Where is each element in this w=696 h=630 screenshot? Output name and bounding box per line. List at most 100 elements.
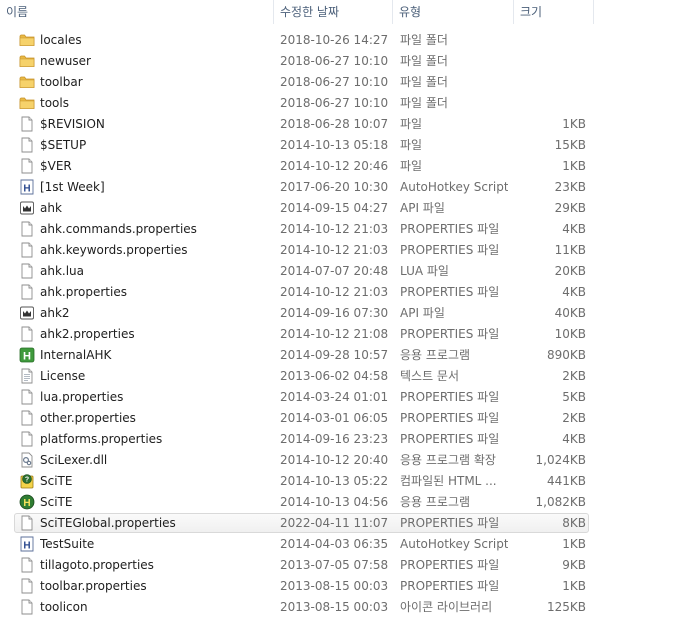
column-header-size[interactable]: 크기 bbox=[514, 0, 594, 24]
file-icon bbox=[19, 431, 35, 447]
file-row[interactable]: H InternalAHK 2014-09-28 10:57 응용 프로그램 890KB bbox=[0, 345, 696, 366]
file-type: 파일 bbox=[400, 117, 423, 131]
file-modified-date: 2014-09-16 23:23 bbox=[280, 432, 389, 446]
file-modified-date: 2014-10-13 05:18 bbox=[280, 138, 389, 152]
file-name: ahk.properties bbox=[40, 285, 127, 299]
file-name: other.properties bbox=[40, 411, 136, 425]
file-modified-date: 2014-10-12 20:40 bbox=[280, 453, 389, 467]
file-name: platforms.properties bbox=[40, 432, 163, 446]
file-icon bbox=[19, 263, 35, 279]
file-row[interactable]: $REVISION 2018-06-28 10:07 파일 1KB bbox=[0, 114, 696, 135]
file-size: 11KB bbox=[554, 243, 586, 257]
file-row[interactable]: H TestSuite 2014-04-03 06:35 AutoHotkey Scr… bbox=[0, 534, 696, 555]
file-name: SciTE bbox=[40, 474, 73, 488]
svg-text:?: ? bbox=[25, 477, 29, 484]
file-row[interactable]: ahk.keywords.properties 2014-10-12 21:03 P… bbox=[0, 240, 696, 261]
file-row[interactable]: License 2013-06-02 04:58 텍스트 문서 2KB bbox=[0, 366, 696, 387]
file-name: toolbar.properties bbox=[40, 579, 147, 593]
file-row[interactable]: $SETUP 2014-10-13 05:18 파일 15KB bbox=[0, 135, 696, 156]
column-header-type[interactable]: 유형 bbox=[393, 0, 514, 24]
file-type: 응용 프로그램 bbox=[400, 495, 471, 509]
column-header-date[interactable]: 수정한 날짜 bbox=[274, 0, 393, 24]
file-size: 4KB bbox=[562, 222, 586, 236]
svg-text:H: H bbox=[23, 541, 30, 552]
file-row[interactable]: ahk2.properties 2014-10-12 21:08 PROPERTIE… bbox=[0, 324, 696, 345]
file-row[interactable]: platforms.properties 2014-09-16 23:23 PROP… bbox=[0, 429, 696, 450]
file-size: 2KB bbox=[562, 411, 586, 425]
file-type: LUA 파일 bbox=[400, 264, 449, 278]
chm-help-icon: ? bbox=[19, 473, 35, 489]
file-icon bbox=[19, 557, 35, 573]
file-modified-date: 2018-06-27 10:10 bbox=[280, 54, 389, 68]
file-name: ahk.commands.properties bbox=[40, 222, 197, 236]
file-size: 20KB bbox=[554, 264, 586, 278]
file-row[interactable]: ahk.lua 2014-07-07 20:48 LUA 파일 20KB bbox=[0, 261, 696, 282]
file-size: 15KB bbox=[554, 138, 586, 152]
file-size: 23KB bbox=[554, 180, 586, 194]
file-type: PROPERTIES 파일 bbox=[400, 390, 500, 404]
column-header-bar: 이름 ^ 수정한 날짜 유형 크기 bbox=[0, 0, 696, 24]
file-row[interactable]: H SciTE 2014-10-13 04:56 응용 프로그램 1,082KB bbox=[0, 492, 696, 513]
file-row[interactable]: other.properties 2014-03-01 06:05 PROPERTI… bbox=[0, 408, 696, 429]
file-row[interactable]: locales 2018-10-26 14:27 파일 폴더 bbox=[0, 30, 696, 51]
svg-text:H: H bbox=[23, 184, 30, 195]
column-header-name[interactable]: 이름 ^ bbox=[0, 0, 274, 24]
file-modified-date: 2014-03-24 01:01 bbox=[280, 390, 389, 404]
api-file-icon bbox=[19, 305, 35, 321]
file-modified-date: 2014-10-13 05:22 bbox=[280, 474, 389, 488]
file-modified-date: 2014-10-12 21:03 bbox=[280, 222, 389, 236]
file-row[interactable]: lua.properties 2014-03-24 01:01 PROPERTIES… bbox=[0, 387, 696, 408]
file-size: 1KB bbox=[562, 117, 586, 131]
file-size bbox=[514, 51, 586, 72]
file-row[interactable]: SciLexer.dll 2014-10-12 20:40 응용 프로그램 확장 1,… bbox=[0, 450, 696, 471]
file-size: 1KB bbox=[562, 537, 586, 551]
file-modified-date: 2014-03-01 06:05 bbox=[280, 411, 389, 425]
file-row[interactable]: toolicon 2013-08-15 00:03 아이콘 라이브러리 125KB bbox=[0, 597, 696, 618]
file-name: locales bbox=[40, 33, 82, 47]
folder-icon bbox=[19, 53, 35, 69]
file-type: 파일 폴더 bbox=[400, 54, 448, 68]
file-name: TestSuite bbox=[40, 537, 95, 551]
file-size: 4KB bbox=[562, 285, 586, 299]
file-icon bbox=[19, 578, 35, 594]
file-size: 1,082KB bbox=[535, 495, 586, 509]
file-type: 파일 bbox=[400, 138, 423, 152]
file-icon bbox=[19, 137, 35, 153]
file-name: ahk.lua bbox=[40, 264, 85, 278]
file-type: 응용 프로그램 확장 bbox=[400, 453, 496, 467]
file-row-selected[interactable]: SciTEGlobal.properties 2022-04-11 11:07 PR… bbox=[0, 513, 696, 534]
folder-icon bbox=[19, 74, 35, 90]
file-row[interactable]: ahk2 2014-09-16 07:30 API 파일 40KB bbox=[0, 303, 696, 324]
column-header-date-label: 수정한 날짜 bbox=[280, 5, 340, 19]
file-modified-date: 2018-06-28 10:07 bbox=[280, 117, 389, 131]
file-modified-date: 2014-09-15 04:27 bbox=[280, 201, 389, 215]
file-type: API 파일 bbox=[400, 201, 445, 215]
file-row[interactable]: tillagoto.properties 2013-07-05 07:58 PROP… bbox=[0, 555, 696, 576]
file-type: PROPERTIES 파일 bbox=[400, 222, 500, 236]
file-name: $VER bbox=[40, 159, 72, 173]
column-header-type-label: 유형 bbox=[399, 5, 422, 19]
ahk-exe-icon: H bbox=[19, 347, 35, 363]
file-row[interactable]: toolbar.properties 2013-08-15 00:03 PROPER… bbox=[0, 576, 696, 597]
file-name: ahk.keywords.properties bbox=[40, 243, 188, 257]
file-row[interactable]: H [1st Week] 2017-06-20 10:30 AutoHotkey Sc… bbox=[0, 177, 696, 198]
file-name: ahk2.properties bbox=[40, 327, 135, 341]
file-row[interactable]: ahk.properties 2014-10-12 21:03 PROPERTIES… bbox=[0, 282, 696, 303]
file-size: 1KB bbox=[562, 579, 586, 593]
file-modified-date: 2014-09-16 07:30 bbox=[280, 306, 389, 320]
folder-icon bbox=[19, 95, 35, 111]
file-row[interactable]: newuser 2018-06-27 10:10 파일 폴더 bbox=[0, 51, 696, 72]
file-modified-date: 2017-06-20 10:30 bbox=[280, 180, 389, 194]
file-row[interactable]: ahk 2014-09-15 04:27 API 파일 29KB bbox=[0, 198, 696, 219]
file-name: ahk2 bbox=[40, 306, 70, 320]
file-type: AutoHotkey Script bbox=[400, 180, 508, 194]
file-type: 컴파일된 HTML ... bbox=[400, 474, 497, 488]
file-row[interactable]: tools 2018-06-27 10:10 파일 폴더 bbox=[0, 93, 696, 114]
file-type: 파일 폴더 bbox=[400, 75, 448, 89]
file-type: API 파일 bbox=[400, 306, 445, 320]
file-row[interactable]: $VER 2014-10-12 20:46 파일 1KB bbox=[0, 156, 696, 177]
file-size bbox=[514, 30, 586, 51]
file-row[interactable]: ahk.commands.properties 2014-10-12 21:03 P… bbox=[0, 219, 696, 240]
file-row[interactable]: toolbar 2018-06-27 10:10 파일 폴더 bbox=[0, 72, 696, 93]
file-row[interactable]: ? SciTE 2014-10-13 05:22 컴파일된 HTML ... 441KB bbox=[0, 471, 696, 492]
